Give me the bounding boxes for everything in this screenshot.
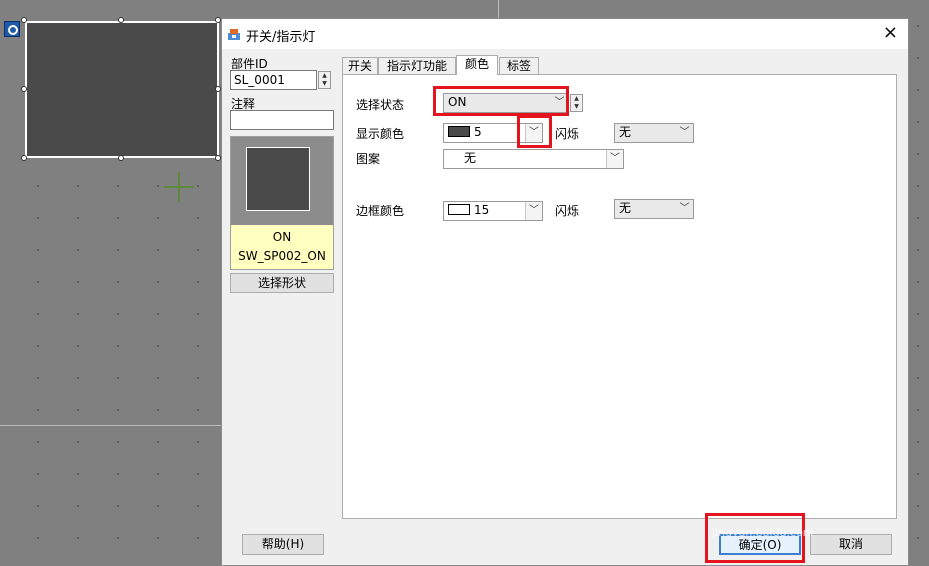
resize-handle-top-left[interactable]	[21, 17, 27, 23]
canvas-boundary-line-vertical	[498, 0, 499, 20]
close-icon[interactable]: ×	[883, 23, 898, 43]
preview-shape	[246, 147, 310, 211]
display-blink-select[interactable]: 无 ﹀	[614, 123, 694, 143]
border-color-swatch	[448, 204, 470, 215]
chevron-down-icon[interactable]: ﹀	[525, 124, 542, 142]
app-icon	[228, 29, 240, 40]
selected-switch-part[interactable]	[25, 21, 219, 158]
tab-color[interactable]: 颜色	[456, 55, 498, 75]
state-select[interactable]: ON ﹀	[443, 93, 569, 113]
chevron-down-icon: ﹀	[676, 124, 693, 142]
canvas-boundary-line	[0, 425, 222, 426]
cancel-button[interactable]: 取消	[810, 534, 892, 555]
display-blink-value: 无	[619, 125, 632, 139]
select-shape-button[interactable]: 选择形状	[230, 273, 334, 293]
preview-shape-name: SW_SP002_ON	[238, 249, 326, 263]
chevron-down-icon: ﹀	[551, 94, 568, 112]
resize-handle-left[interactable]	[21, 86, 27, 92]
border-blink-value: 无	[619, 201, 632, 215]
display-color-label: 显示颜色	[356, 127, 405, 141]
part-id-spinner[interactable]: ▲ ▼	[318, 71, 331, 89]
chevron-down-icon: ﹀	[676, 200, 693, 218]
display-color-swatch	[448, 126, 470, 137]
preview-state: ON	[272, 230, 292, 244]
preview-caption: ON SW_SP002_ON	[231, 225, 333, 269]
color-tab-panel: 选择状态 ON ﹀ ▲ ▼ 显示颜色 5 ﹀ 闪烁 无 ﹀ 图案 无 ﹀ 边框颜色…	[342, 74, 897, 519]
dialog-titlebar[interactable]: 开关/指示灯 ×	[222, 19, 908, 49]
tab-indicator-function[interactable]: 指示灯功能	[378, 57, 456, 75]
crosshair-cursor-icon	[164, 172, 194, 202]
chevron-down-icon[interactable]: ﹀	[606, 150, 623, 168]
border-color-label: 边框颜色	[356, 204, 405, 218]
dialog-title: 开关/指示灯	[246, 30, 316, 45]
border-color-value: 15	[474, 203, 490, 217]
baidu-watermark-url: jingyan.baidu.com	[712, 526, 814, 539]
pattern-label: 图案	[356, 152, 381, 166]
part-id-field[interactable]: SL_0001	[230, 70, 317, 90]
border-color-select[interactable]: 15 ﹀	[443, 201, 543, 221]
display-color-select[interactable]: 5 ﹀	[443, 123, 543, 143]
resize-handle-bottom-left[interactable]	[21, 155, 27, 161]
shape-preview: ON SW_SP002_ON	[230, 136, 334, 270]
display-color-value: 5	[474, 125, 482, 139]
resize-handle-top[interactable]	[118, 17, 124, 23]
help-button[interactable]: 帮助(H)	[242, 534, 324, 555]
resize-handle-bottom[interactable]	[118, 155, 124, 161]
chevron-down-icon[interactable]: ﹀	[525, 202, 542, 220]
border-blink-select[interactable]: 无 ﹀	[614, 199, 694, 219]
state-spinner[interactable]: ▲ ▼	[570, 94, 583, 112]
comment-field[interactable]	[230, 110, 334, 130]
state-label: 选择状态	[356, 98, 405, 112]
canvas-zoom-icon[interactable]	[4, 21, 20, 37]
pattern-select[interactable]: 无 ﹀	[443, 149, 624, 169]
state-value: ON	[448, 95, 467, 109]
pattern-value: 无	[464, 151, 477, 165]
border-blink-label: 闪烁	[555, 204, 580, 218]
display-blink-label: 闪烁	[555, 127, 580, 141]
tab-switch[interactable]: 开关	[342, 57, 378, 75]
tab-label[interactable]: 标签	[499, 57, 539, 75]
baidu-watermark: Bai 经验	[705, 470, 829, 505]
